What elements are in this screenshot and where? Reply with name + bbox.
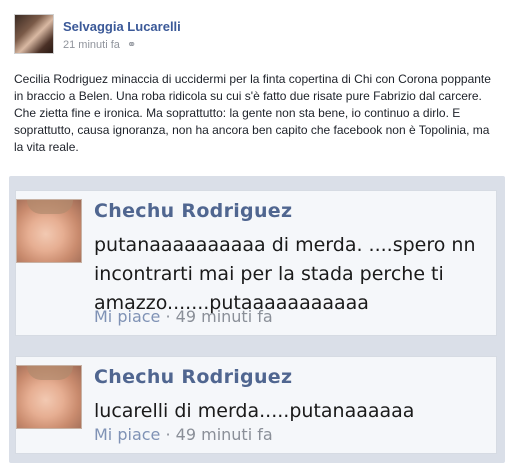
separator: · <box>160 425 176 444</box>
comment: Chechu Rodriguez lucarelli di merda.....… <box>15 356 497 454</box>
like-link: Mi piace <box>94 425 161 444</box>
post-text: Cecilia Rodriguez minaccia di uccidermi … <box>14 72 491 154</box>
comment-text: putanaaaaaaaaaa di merda. ....spero nn i… <box>94 234 476 314</box>
embedded-screenshot: Chechu Rodriguez putanaaaaaaaaaa di merd… <box>9 176 505 463</box>
comment-time: 49 minuti fa <box>175 307 273 326</box>
like-link: Mi piace <box>94 307 161 326</box>
post-timestamp[interactable]: 21 minuti fa <box>63 39 120 51</box>
globe-icon: ⚭ <box>126 39 137 51</box>
comment-avatar <box>16 199 82 263</box>
comment-author: Chechu Rodriguez <box>94 200 293 222</box>
comment-author: Chechu Rodriguez <box>94 366 293 388</box>
comment-footer: Mi piace · 49 minuti fa <box>94 307 273 326</box>
separator: · <box>160 307 176 326</box>
author-name[interactable]: Selvaggia Lucarelli <box>63 19 181 34</box>
comment-footer: Mi piace · 49 minuti fa <box>94 425 273 444</box>
post-meta: 21 minuti fa ⚭ <box>63 38 136 51</box>
comment-text: lucarelli di merda.....putanaaaaaa <box>94 400 415 422</box>
comment-avatar <box>16 365 82 429</box>
comment: Chechu Rodriguez putanaaaaaaaaaa di merd… <box>15 190 497 336</box>
comment-time: 49 minuti fa <box>175 425 273 444</box>
facebook-post: Selvaggia Lucarelli 21 minuti fa ⚭ Cecil… <box>0 0 514 466</box>
author-avatar[interactable] <box>14 14 54 54</box>
